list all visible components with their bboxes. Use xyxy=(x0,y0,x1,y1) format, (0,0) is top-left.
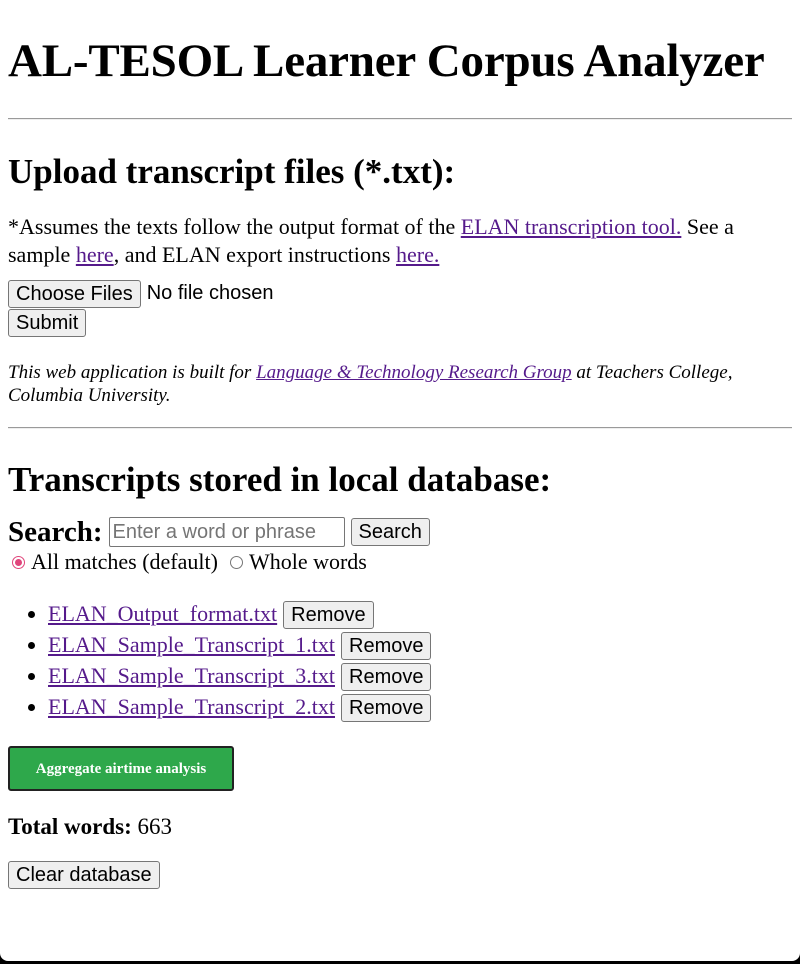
page: AL-TESOL Learner Corpus Analyzer Upload … xyxy=(0,0,800,961)
remove-button[interactable]: Remove xyxy=(341,694,432,722)
radio-whole-words[interactable] xyxy=(229,555,243,569)
credit-prefix: This web application is built for xyxy=(8,362,257,383)
credit-note: This web application is built for Langua… xyxy=(8,361,792,407)
sample-link[interactable]: here xyxy=(76,242,114,267)
search-button[interactable]: Search xyxy=(350,518,430,546)
remove-button[interactable]: Remove xyxy=(283,601,374,629)
file-input[interactable]: Choose Files No file chosen xyxy=(8,278,792,309)
radio-all-matches[interactable] xyxy=(12,555,25,569)
page-title: AL-TESOL Learner Corpus Analyzer xyxy=(8,35,765,87)
match-mode-options: All matches (default) Whole words xyxy=(8,548,792,576)
search-input[interactable] xyxy=(108,517,345,547)
divider-top xyxy=(8,118,792,120)
remove-button[interactable]: Remove xyxy=(341,632,432,660)
total-words: Total words: 663 xyxy=(8,813,792,841)
list-item: ELAN_Sample_Transcript_2.txtRemove xyxy=(48,691,792,722)
elan-tool-link[interactable]: ELAN transcription tool. xyxy=(461,214,682,239)
list-item: ELAN_Output_format.txtRemove xyxy=(48,598,792,629)
total-words-value: 663 xyxy=(137,814,173,839)
research-group-link[interactable]: Language & Technology Research Group xyxy=(256,362,572,383)
transcript-list: ELAN_Output_format.txtRemove ELAN_Sample… xyxy=(8,598,792,722)
submit-button[interactable]: Submit xyxy=(8,309,87,337)
search-bar: Search: Search xyxy=(8,516,792,548)
radio-all-matches-label: All matches (default) xyxy=(31,549,218,574)
database-heading: Transcripts stored in local database: xyxy=(8,460,552,499)
transcript-link[interactable]: ELAN_Sample_Transcript_3.txt xyxy=(48,663,335,688)
total-words-label: Total words: xyxy=(8,814,132,839)
radio-whole-words-label: Whole words xyxy=(248,549,367,574)
divider-middle xyxy=(8,427,792,429)
upload-note-prefix: *Assumes the texts follow the output for… xyxy=(8,214,461,239)
remove-button[interactable]: Remove xyxy=(341,663,432,691)
upload-note: *Assumes the texts follow the output for… xyxy=(8,213,792,269)
transcript-link[interactable]: ELAN_Sample_Transcript_2.txt xyxy=(48,694,335,719)
transcript-link[interactable]: ELAN_Output_format.txt xyxy=(48,601,277,626)
list-item: ELAN_Sample_Transcript_3.txtRemove xyxy=(48,660,792,691)
transcript-link[interactable]: ELAN_Sample_Transcript_1.txt xyxy=(48,632,335,657)
upload-heading: Upload transcript files (*.txt): xyxy=(8,152,456,191)
search-label: Search: xyxy=(8,515,103,548)
list-item: ELAN_Sample_Transcript_1.txtRemove xyxy=(48,629,792,660)
file-status: No file chosen xyxy=(146,282,274,304)
clear-database-button[interactable]: Clear database xyxy=(8,861,160,889)
upload-note-mid2: , and ELAN export instructions xyxy=(113,242,396,267)
instructions-link[interactable]: here. xyxy=(396,242,439,267)
aggregate-airtime-button[interactable]: Aggregate airtime analysis xyxy=(8,746,234,791)
choose-files-button[interactable]: Choose Files xyxy=(8,279,141,308)
